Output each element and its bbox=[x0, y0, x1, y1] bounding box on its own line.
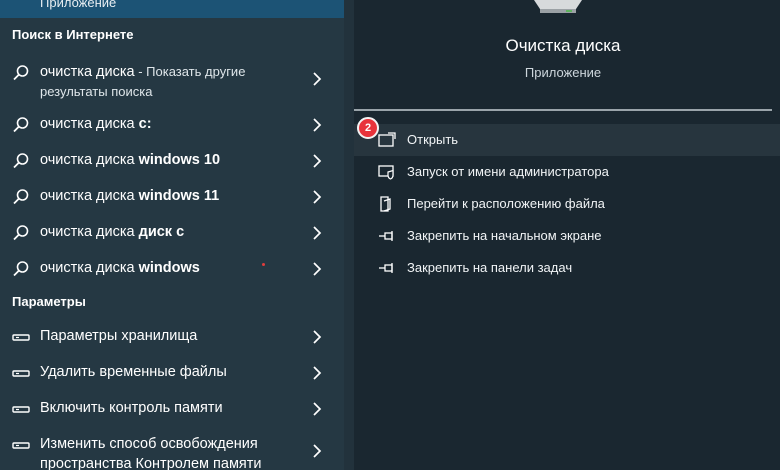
action-label: Перейти к расположению файла bbox=[407, 196, 605, 211]
run-as-admin-action[interactable]: Запуск от имени администратора bbox=[354, 156, 780, 188]
chevron-right-icon bbox=[313, 402, 322, 416]
chevron-right-icon bbox=[313, 118, 322, 132]
pin-to-taskbar-action[interactable]: Закрепить на панели задач bbox=[354, 252, 780, 284]
chevron-right-icon bbox=[313, 330, 322, 344]
storage-icon bbox=[12, 406, 30, 413]
chevron-right-icon bbox=[313, 262, 322, 276]
settings-result-label: Изменить способ освобождения пространств… bbox=[40, 436, 262, 470]
action-label: Открыть bbox=[407, 132, 459, 147]
app-type: Приложение bbox=[524, 65, 602, 80]
chevron-right-icon bbox=[313, 190, 322, 204]
open-file-location-action[interactable]: Перейти к расположению файла bbox=[354, 188, 780, 220]
open-action[interactable]: Открыть bbox=[354, 124, 780, 156]
shield-icon bbox=[378, 165, 394, 180]
chevron-right-icon bbox=[313, 72, 322, 86]
web-result-label: очистка диска - Показать другие результат… bbox=[40, 64, 246, 99]
settings-result-item[interactable]: Включить контроль памяти bbox=[0, 394, 344, 424]
settings-section-title: Параметры bbox=[12, 294, 86, 309]
chevron-right-icon bbox=[313, 444, 322, 458]
divider bbox=[354, 109, 772, 111]
web-result-label: очистка диска windows bbox=[40, 260, 200, 276]
disk-cleanup-icon bbox=[534, 0, 582, 13]
best-match-subtitle: Приложение bbox=[40, 0, 117, 10]
settings-result-item[interactable]: Удалить временные файлы bbox=[0, 358, 344, 388]
storage-icon bbox=[12, 370, 30, 377]
app-name: Очистка диска bbox=[505, 36, 621, 55]
settings-result-item[interactable]: Параметры хранилища bbox=[0, 322, 344, 352]
pin-icon bbox=[379, 263, 393, 273]
web-result-item[interactable]: очистка диска диск с bbox=[0, 218, 344, 248]
search-icon bbox=[13, 65, 29, 81]
web-result-label: очистка диска windows 11 bbox=[40, 188, 220, 204]
web-result-label: очистка диска windows 10 bbox=[40, 152, 221, 168]
best-match-item[interactable]: Приложение bbox=[0, 0, 344, 18]
web-section-title: Поиск в Интернете bbox=[12, 27, 134, 42]
action-label: Запуск от имени администратора bbox=[407, 164, 609, 179]
search-icon bbox=[13, 117, 29, 133]
storage-icon bbox=[12, 334, 30, 341]
action-label: Закрепить на начальном экране bbox=[407, 228, 602, 243]
chevron-right-icon bbox=[313, 226, 322, 240]
search-results-panel: Приложение Поиск в Интернете очистка дис… bbox=[0, 0, 344, 470]
search-icon bbox=[13, 153, 29, 169]
details-panel: Очистка диска Приложение Открыть Запуск … bbox=[354, 0, 780, 470]
file-location-icon bbox=[380, 196, 391, 212]
settings-result-label: Включить контроль памяти bbox=[40, 400, 223, 416]
web-result-label: очистка диска диск с bbox=[40, 224, 185, 240]
storage-icon bbox=[12, 442, 30, 449]
web-result-item[interactable]: очистка диска windows 11 bbox=[0, 182, 344, 212]
web-result-item[interactable]: очистка диска - Показать другие результат… bbox=[0, 58, 344, 102]
chevron-right-icon bbox=[313, 366, 322, 380]
open-icon bbox=[378, 132, 396, 147]
settings-result-label: Удалить временные файлы bbox=[40, 364, 227, 380]
search-icon bbox=[13, 225, 29, 241]
pin-to-start-action[interactable]: Закрепить на начальном экране bbox=[354, 220, 780, 252]
settings-result-item[interactable]: Изменить способ освобождения пространств… bbox=[0, 430, 344, 470]
web-result-label: очистка диска c: bbox=[40, 116, 152, 132]
web-result-item[interactable]: очистка диска windows 10 bbox=[0, 146, 344, 176]
web-result-item[interactable]: очистка диска c: bbox=[0, 110, 344, 140]
step-number-badge: 2 bbox=[357, 117, 379, 139]
settings-result-label: Параметры хранилища bbox=[40, 328, 198, 344]
chevron-right-icon bbox=[313, 154, 322, 168]
web-result-item[interactable]: очистка диска windows bbox=[0, 254, 344, 284]
search-icon bbox=[13, 189, 29, 205]
red-dot-mark bbox=[262, 263, 265, 266]
action-label: Закрепить на панели задач bbox=[407, 260, 573, 275]
search-icon bbox=[13, 261, 29, 277]
pin-icon bbox=[379, 231, 393, 241]
